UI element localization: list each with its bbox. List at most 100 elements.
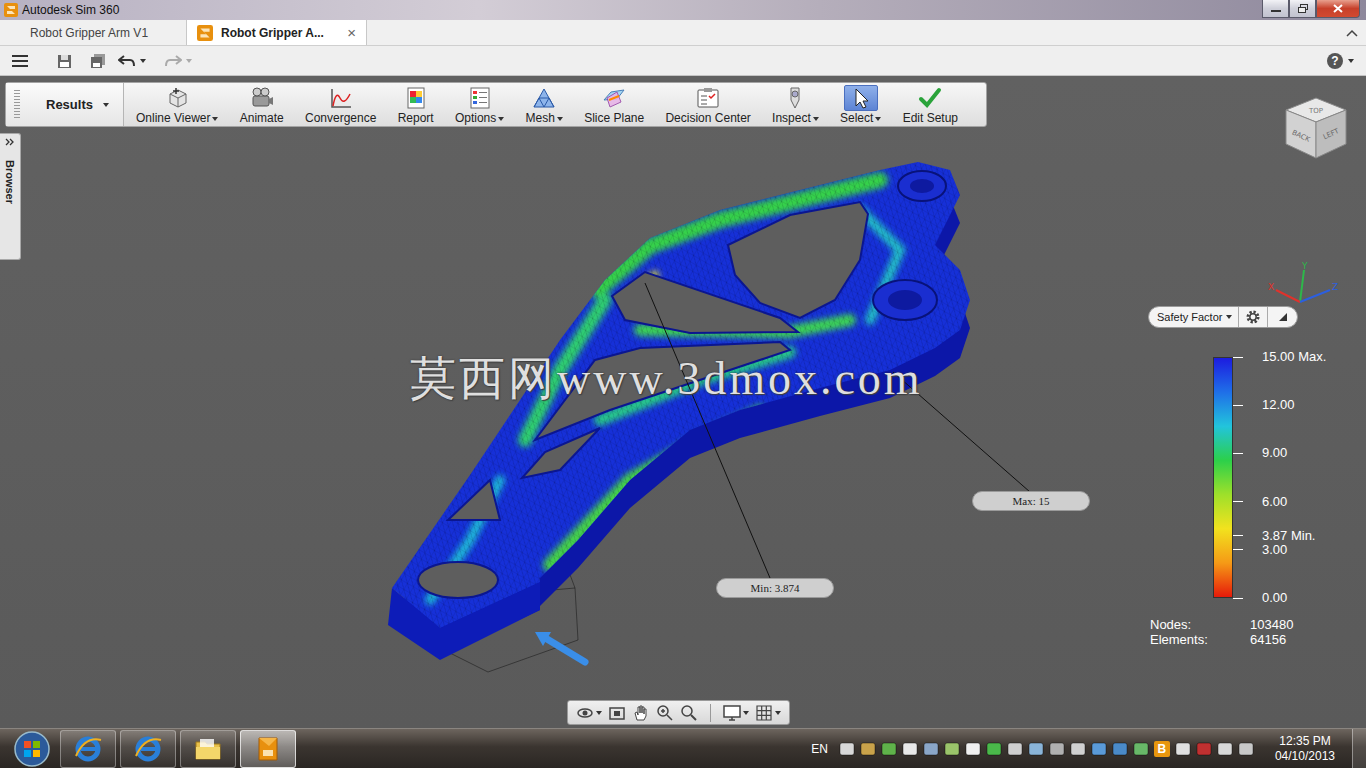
close-button[interactable] — [1316, 0, 1360, 18]
zoom-button[interactable] — [656, 704, 674, 722]
restore-button[interactable] — [1289, 0, 1316, 18]
tray-icon[interactable] — [986, 741, 1002, 757]
menu-icon[interactable] — [12, 54, 28, 68]
window-controls — [1262, 0, 1360, 18]
min-leader-line — [645, 283, 770, 578]
minimize-button[interactable] — [1262, 0, 1289, 18]
zoom-fit-button[interactable] — [680, 704, 698, 722]
tray-icon[interactable] — [1028, 741, 1044, 757]
undo-button[interactable] — [118, 54, 146, 68]
tab-close-button[interactable]: × — [347, 24, 356, 41]
taskbar-app[interactable] — [60, 730, 116, 768]
tray-icon[interactable] — [965, 741, 981, 757]
start-button[interactable] — [6, 730, 58, 768]
tray-icon[interactable] — [1091, 741, 1107, 757]
ribbon-button[interactable]: Options — [451, 83, 508, 126]
collapse-chevron-icon[interactable] — [1346, 29, 1358, 37]
language-indicator[interactable]: EN — [811, 742, 828, 756]
ribbon-button[interactable]: Convergence — [301, 83, 380, 126]
ribbon-button[interactable]: Select — [836, 83, 885, 126]
tray-icon[interactable] — [1238, 741, 1254, 757]
tray-icon[interactable] — [881, 741, 897, 757]
stat-label: Nodes: — [1150, 617, 1250, 632]
result-type-dropdown[interactable]: Safety Factor — [1149, 307, 1239, 327]
taskbar-app[interactable] — [240, 730, 296, 768]
tray-icon[interactable] — [860, 741, 876, 757]
ribbon-button[interactable]: Animate — [236, 83, 288, 126]
save-all-icon[interactable] — [90, 53, 108, 69]
select-icon — [848, 86, 874, 110]
tray-icon[interactable] — [923, 741, 939, 757]
taskbar-app[interactable] — [180, 730, 236, 768]
legend-collapse-button[interactable] — [1268, 307, 1297, 327]
legend-tick: 9.00 — [1233, 446, 1287, 460]
slice-plane-icon — [601, 86, 627, 110]
tray-icon[interactable] — [839, 741, 855, 757]
pan-button[interactable] — [632, 704, 650, 722]
results-canvas: ResultsOnline Viewer Animate Convergence Re… — [0, 76, 1366, 728]
close-icon — [1333, 4, 1343, 13]
ribbon-button[interactable]: Report — [394, 83, 438, 126]
tray-badge[interactable]: B — [1154, 741, 1170, 757]
orbit-button[interactable] — [576, 704, 602, 722]
grid-settings-button[interactable] — [755, 704, 781, 722]
tray-icon[interactable] — [1133, 741, 1149, 757]
legend-tick: 0.00 — [1233, 591, 1287, 605]
ribbon-button[interactable]: Mesh — [522, 83, 567, 126]
legend-settings-button[interactable] — [1239, 307, 1268, 327]
legend-tick: 12.00 — [1233, 398, 1295, 412]
watermark: 莫西网www.3dmox.com — [410, 348, 923, 410]
sim-logo-icon — [197, 25, 213, 41]
ribbon-button[interactable]: Edit Setup — [899, 83, 962, 126]
online-viewer-icon — [164, 86, 190, 110]
tray-icon[interactable] — [944, 741, 960, 757]
hand-icon — [632, 704, 650, 722]
folder-icon — [193, 734, 223, 764]
save-icon[interactable] — [56, 53, 74, 69]
convergence-icon — [328, 86, 354, 110]
svg-text:TOP: TOP — [1308, 107, 1323, 115]
document-tab[interactable]: Robot Gripper Arm V1 — [0, 20, 187, 45]
document-tab-bar: Robot Gripper Arm V1Robot Gripper A...× — [0, 20, 1366, 46]
display-settings-button[interactable] — [723, 704, 749, 722]
ribbon-button[interactable]: Decision Center — [661, 83, 754, 126]
load-arrow-icon — [535, 632, 585, 662]
results-mode-dropdown[interactable]: Results — [6, 83, 124, 126]
edit-setup-icon — [917, 86, 943, 110]
tray-icon[interactable] — [1196, 741, 1212, 757]
tray-icon[interactable] — [1217, 741, 1233, 757]
grid-icon — [755, 704, 773, 722]
tray-icon[interactable] — [1112, 741, 1128, 757]
document-tab[interactable]: Robot Gripper A...× — [187, 20, 367, 45]
show-desktop-button[interactable] — [1352, 729, 1366, 768]
report-icon — [403, 86, 429, 110]
tray-icon[interactable] — [1175, 741, 1191, 757]
sim-app-icon — [253, 734, 283, 764]
mesh-stats: Nodes:103480Elements:64156 — [1150, 617, 1293, 647]
quick-access-toolbar: ? — [0, 46, 1366, 76]
tray-icon[interactable] — [1049, 741, 1065, 757]
look-at-button[interactable] — [608, 704, 626, 722]
system-tray: EN B 12:35 PM04/10/2013 — [811, 729, 1366, 768]
tray-icon[interactable] — [1070, 741, 1086, 757]
tray-icon[interactable] — [902, 741, 918, 757]
orbit-icon — [576, 704, 594, 722]
legend-tick: 3.87 Min. — [1233, 529, 1315, 543]
ribbon-button[interactable]: Online Viewer — [132, 83, 222, 126]
restore-icon — [1298, 4, 1308, 13]
ribbon-button[interactable]: Slice Plane — [580, 83, 648, 126]
browser-panel-tab[interactable]: Browser — [0, 133, 21, 260]
mesh-icon — [531, 86, 557, 110]
gripper-arm-model[interactable] — [388, 162, 970, 660]
result-callout: Min: 3.874 — [716, 578, 834, 598]
ribbon-button[interactable]: Inspect — [768, 83, 823, 126]
zoom-fit-icon — [680, 704, 698, 722]
tray-icon[interactable] — [1007, 741, 1023, 757]
clock[interactable]: 12:35 PM04/10/2013 — [1259, 734, 1347, 764]
view-cube[interactable]: TOPBACKLEFT — [1280, 92, 1352, 172]
legend-tick: 3.00 — [1233, 543, 1287, 557]
help-button[interactable]: ? — [1327, 53, 1354, 69]
stat-label: Elements: — [1150, 632, 1250, 647]
stat-value: 103480 — [1250, 617, 1293, 632]
taskbar-app[interactable] — [120, 730, 176, 768]
